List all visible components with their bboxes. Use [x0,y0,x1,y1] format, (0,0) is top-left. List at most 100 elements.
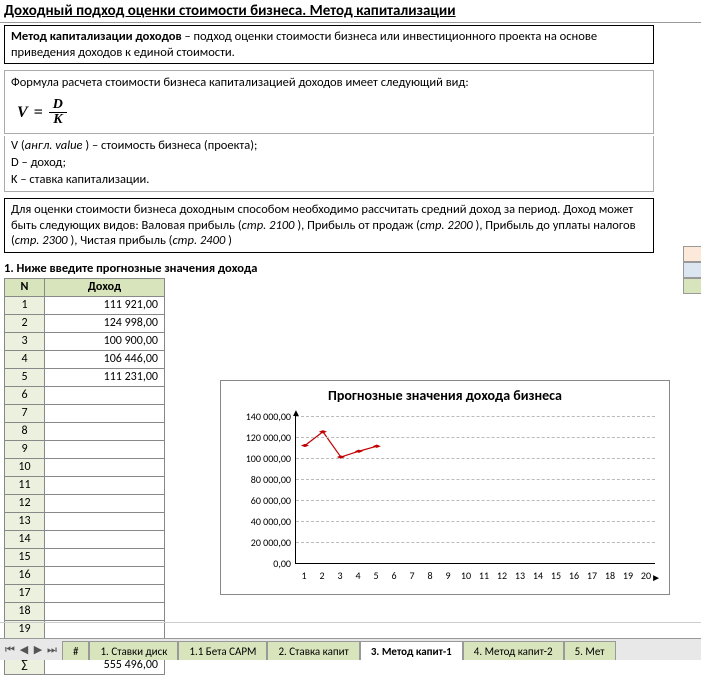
cell-n[interactable]: 15 [5,548,45,566]
cell-n[interactable]: 4 [5,350,45,368]
cell-n[interactable]: 2 [5,314,45,332]
tab-last-icon[interactable]: ⏭ [46,644,58,656]
sheet-tabs: ⏮ ◀ ▶ ⏭ # 1. Ставки диск 1.1 Бета CAPM 2… [0,638,701,660]
table-row: 8 [5,422,165,440]
x-tick: 15 [547,569,565,582]
cell-income[interactable] [45,602,165,620]
cell-n[interactable]: 9 [5,440,45,458]
tab-1[interactable]: 1. Ставки диск [89,641,178,660]
cell-income[interactable] [45,566,165,584]
cell-income[interactable] [45,440,165,458]
cell-n[interactable]: 13 [5,512,45,530]
cell-n[interactable]: 7 [5,404,45,422]
cell-income[interactable] [45,584,165,602]
x-tick: 12 [493,569,511,582]
table-row: 9 [5,440,165,458]
cell-income[interactable] [45,458,165,476]
cell-income[interactable]: 111 231,00 [45,368,165,386]
x-tick: 13 [511,569,529,582]
cell-income[interactable] [45,422,165,440]
x-tick: 9 [439,569,457,582]
note-box: Для оценки стоимости бизнеса доходным сп… [4,198,654,253]
swatch-1 [683,246,701,262]
cell-income[interactable] [45,512,165,530]
x-tick: 17 [583,569,601,582]
x-tick: 2 [313,569,331,582]
formula: V = D K [11,96,647,133]
cell-n[interactable]: 14 [5,530,45,548]
def-v-c: ) – стоимость бизнеса (проекта); [83,138,258,153]
x-tick: 16 [565,569,583,582]
y-tick: 100 000,00 [231,452,291,465]
table-row: 6 [5,386,165,404]
x-tick: 10 [457,569,475,582]
y-tick: 40 000,00 [231,515,291,528]
cell-n[interactable]: 5 [5,368,45,386]
y-tick: 20 000,00 [231,536,291,549]
tab-2[interactable]: 1.1 Бета CAPM [178,641,267,660]
cell-income[interactable] [45,386,165,404]
cell-income[interactable]: 124 998,00 [45,314,165,332]
table-row: 13 [5,512,165,530]
note-p5: ) [225,233,232,248]
table-row: 14 [5,530,165,548]
tab-3[interactable]: 2. Ставка капит [267,641,359,660]
x-tick: 3 [331,569,349,582]
x-axis-labels: 1234567891011121314151617181920 [295,569,655,582]
cell-income[interactable] [45,548,165,566]
cell-n[interactable]: 1 [5,296,45,314]
y-tick: 80 000,00 [231,473,291,486]
note-i3: стр. 2300 [15,233,68,248]
chart-area: 140 000,00120 000,00100 000,0080 000,006… [231,410,659,580]
tab-first-icon[interactable]: ⏮ [4,644,16,656]
chart: Прогнозные значения дохода бизнеса 140 0… [220,380,670,595]
cell-n[interactable]: 18 [5,602,45,620]
grid-line [296,479,655,480]
cell-income[interactable] [45,530,165,548]
cell-n[interactable]: 10 [5,458,45,476]
table-row: 5111 231,00 [5,368,165,386]
table-row: 4106 446,00 [5,350,165,368]
table-row: 11 [5,476,165,494]
x-tick: 19 [619,569,637,582]
grid-line [296,500,655,501]
swatch-3 [683,278,701,294]
x-tick: 7 [403,569,421,582]
cell-n[interactable]: 17 [5,584,45,602]
cell-income[interactable] [45,404,165,422]
tab-prev-icon[interactable]: ◀ [18,644,30,656]
tab-5[interactable]: 4. Метод капит-2 [463,641,564,660]
chart-line [296,416,655,563]
plot-area [295,416,655,564]
cell-income[interactable] [45,476,165,494]
cell-n[interactable]: 12 [5,494,45,512]
cell-n[interactable]: 3 [5,332,45,350]
tab-6[interactable]: 5. Мет [564,641,616,660]
tab-hash[interactable]: # [62,641,89,660]
formula-lead: Формула расчета стоимости бизнеса капита… [11,75,647,90]
grid-line [296,521,655,522]
table-row: 2124 998,00 [5,314,165,332]
formula-eq: = [34,104,43,122]
cell-income[interactable] [45,494,165,512]
cell-income[interactable]: 100 900,00 [45,332,165,350]
formula-box: Формула расчета стоимости бизнеса капита… [4,70,654,134]
cell-n[interactable]: 16 [5,566,45,584]
formula-num: D [49,98,67,113]
cell-income[interactable]: 106 446,00 [45,350,165,368]
tab-next-icon[interactable]: ▶ [32,644,44,656]
y-tick: 0,00 [231,557,291,570]
income-table: N Доход 1111 921,002124 998,003100 900,0… [4,278,165,675]
x-tick: 5 [367,569,385,582]
cell-n[interactable]: 8 [5,422,45,440]
intro-bold: Метод капитализации доходов [11,29,182,44]
grid-line [296,437,655,438]
note-i1: стр. 2100 [242,218,295,233]
y-tick: 120 000,00 [231,431,291,444]
cell-income[interactable]: 111 921,00 [45,296,165,314]
cell-n[interactable]: 6 [5,386,45,404]
chart-title: Прогнозные значения дохода бизнеса [231,387,659,404]
tab-4[interactable]: 3. Метод капит-1 [360,641,463,660]
hscroll-area[interactable] [0,622,701,638]
cell-n[interactable]: 11 [5,476,45,494]
